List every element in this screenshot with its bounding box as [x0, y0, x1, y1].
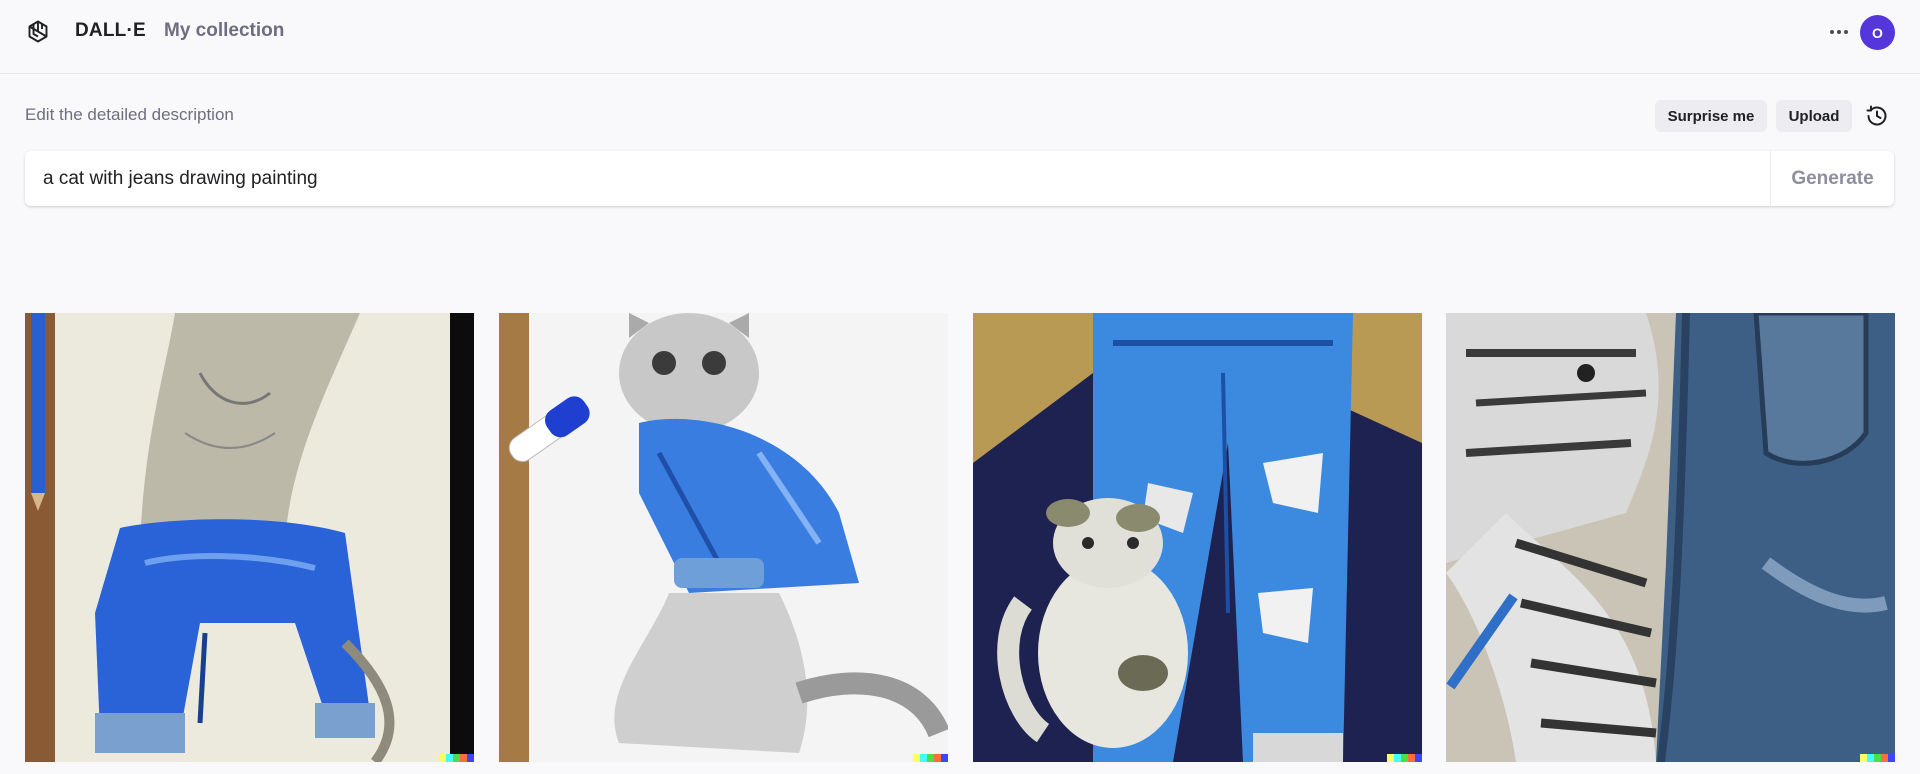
result-image-2-art	[499, 313, 948, 762]
prompt-box: Generate	[25, 151, 1894, 206]
generate-button[interactable]: Generate	[1770, 151, 1894, 206]
nav-my-collection[interactable]: My collection	[164, 20, 284, 42]
signature-strip	[1860, 754, 1895, 762]
result-image-3-art	[973, 313, 1422, 762]
prompt-label: Edit the detailed description	[25, 105, 234, 124]
result-image-3[interactable]	[973, 313, 1422, 762]
upload-button[interactable]: Upload	[1776, 100, 1852, 132]
openai-logo-icon[interactable]	[24, 18, 52, 46]
signature-strip	[913, 754, 948, 762]
more-dots-icon[interactable]	[1824, 20, 1854, 44]
result-image-1[interactable]	[25, 313, 474, 762]
result-image-1-art	[25, 313, 474, 762]
prompt-input[interactable]	[25, 151, 1770, 206]
surprise-me-button[interactable]: Surprise me	[1655, 100, 1767, 132]
signature-strip	[1387, 754, 1422, 762]
avatar[interactable]: O	[1860, 15, 1895, 50]
result-image-4-art	[1446, 313, 1895, 762]
result-image-2[interactable]	[499, 313, 948, 762]
history-icon[interactable]	[1864, 103, 1890, 129]
top-bar: DALL·E My collection O	[0, 0, 1920, 74]
signature-strip	[439, 754, 474, 762]
result-image-4[interactable]	[1446, 313, 1895, 762]
brand-title[interactable]: DALL·E	[75, 20, 146, 42]
